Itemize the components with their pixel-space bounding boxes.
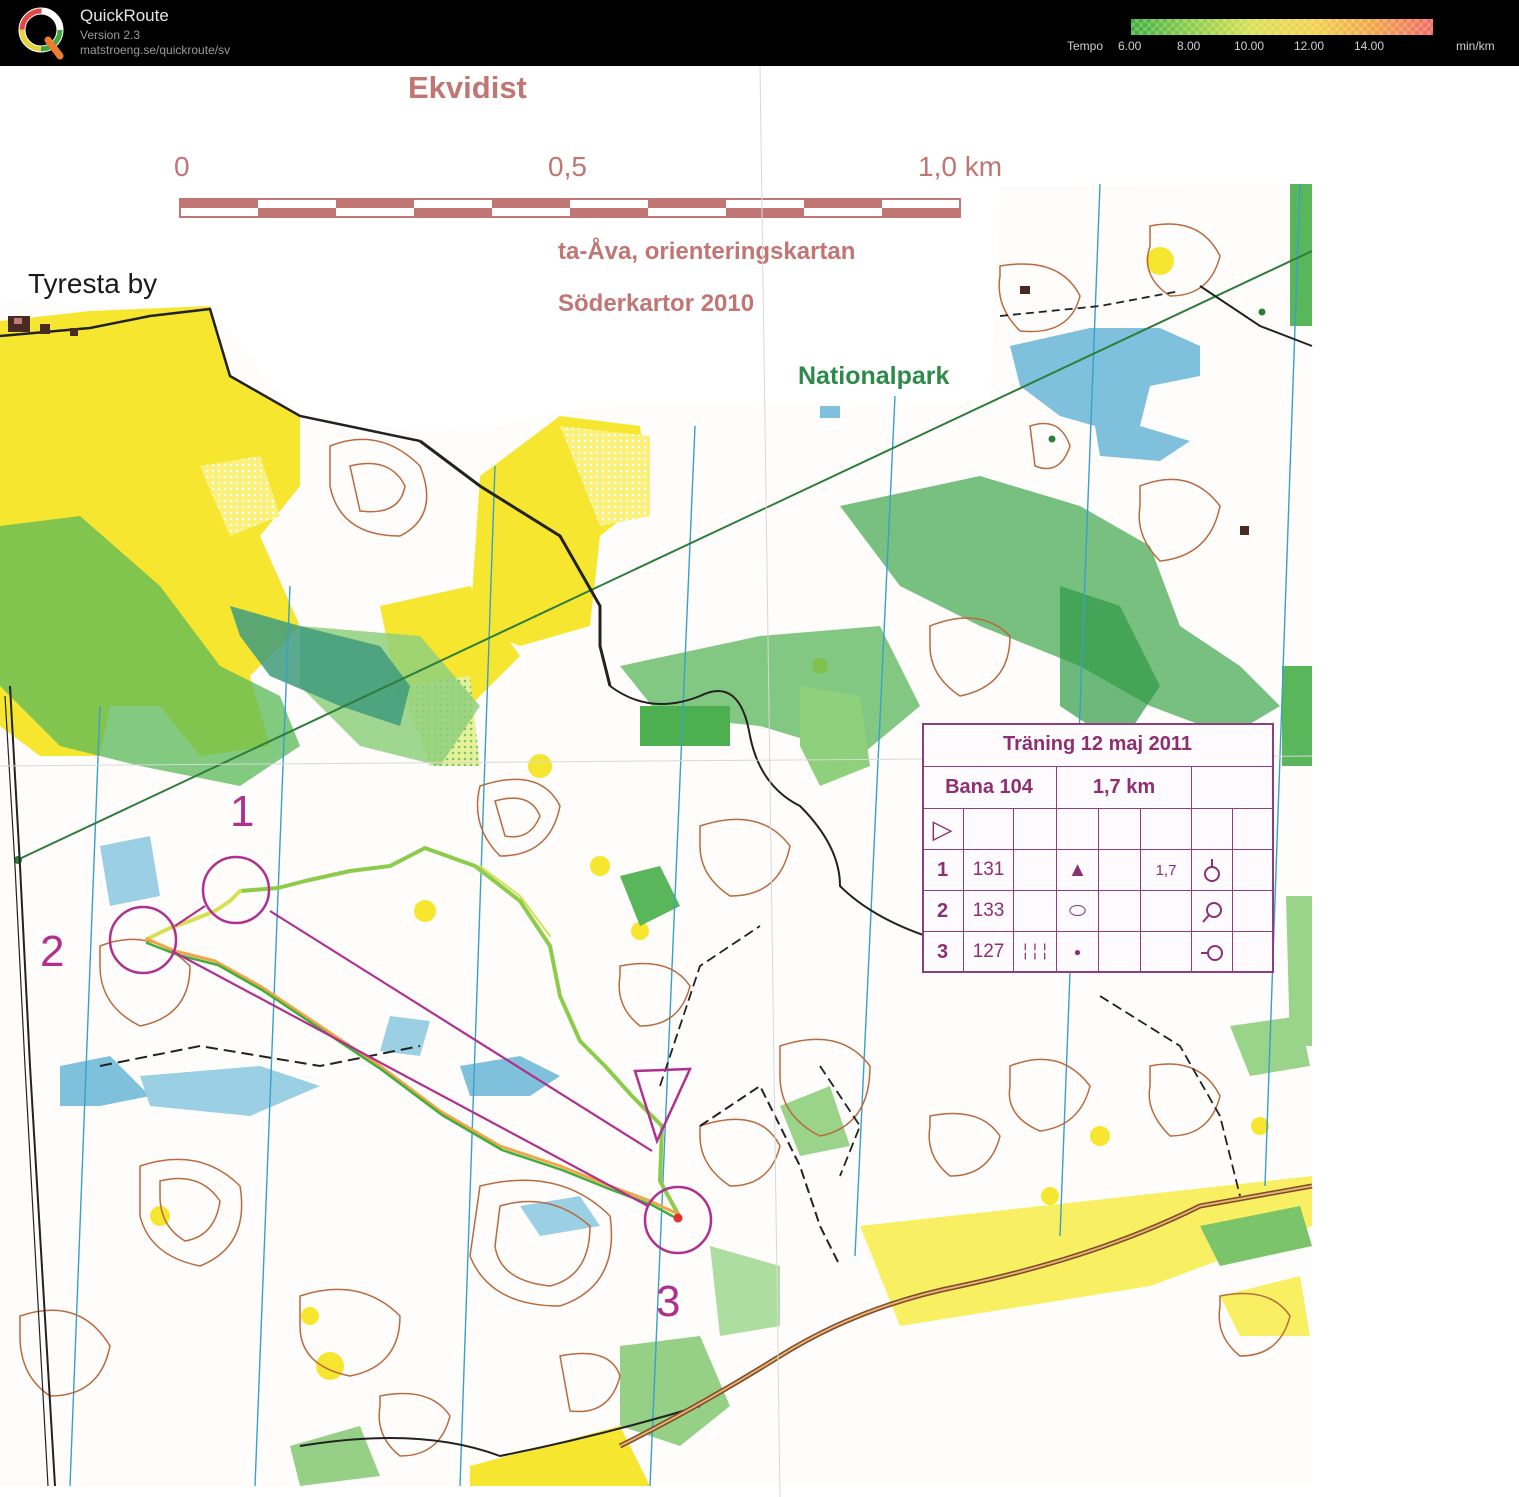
start-triangle-icon: ▷ bbox=[922, 809, 964, 850]
knoll-symbol-icon: ▲ bbox=[1057, 850, 1099, 891]
desc-cell bbox=[1099, 932, 1141, 973]
desc-cell bbox=[1233, 850, 1274, 891]
scale-label-half: 0,5 bbox=[548, 151, 587, 182]
tempo-color-scale bbox=[1131, 19, 1433, 35]
app-version: Version 2.3 bbox=[80, 28, 141, 42]
control-description-sheet: Träning 12 maj 2011 Bana 104 1,7 km ▷ 1 … bbox=[922, 723, 1274, 973]
scale-bar bbox=[179, 198, 961, 218]
title-bar: QuickRoute Version 2.3 matstroeng.se/qui… bbox=[0, 0, 1519, 66]
control-code: 127 bbox=[964, 932, 1014, 973]
desc-cell bbox=[1014, 850, 1057, 891]
control-row-number: 2 bbox=[922, 891, 964, 932]
place-label-tyresta: Tyresta by bbox=[28, 268, 157, 299]
control-row-number: 3 bbox=[922, 932, 964, 973]
course-title: Träning 12 maj 2011 bbox=[922, 723, 1274, 767]
control-code: 131 bbox=[964, 850, 1014, 891]
flag-location-icon bbox=[1201, 945, 1223, 961]
flag-location-icon bbox=[1202, 902, 1222, 923]
control-number-3: 3 bbox=[656, 1277, 680, 1326]
distinct-vegetation-icon: ╎╎╎ bbox=[1014, 932, 1057, 973]
tempo-tick: 14.00 bbox=[1354, 39, 1385, 53]
feature-dimension bbox=[1141, 932, 1192, 973]
course-header-empty bbox=[1192, 767, 1274, 809]
desc-cell bbox=[964, 809, 1014, 850]
desc-cell bbox=[1099, 891, 1141, 932]
map-credit-line-2: Söderkartor 2010 bbox=[558, 290, 754, 317]
scale-label-0: 0 bbox=[174, 151, 190, 182]
desc-cell bbox=[1233, 809, 1274, 850]
control-number-1: 1 bbox=[230, 787, 254, 836]
tempo-tick: 8.00 bbox=[1177, 39, 1201, 53]
desc-cell bbox=[1014, 809, 1057, 850]
flag-location-icon bbox=[1204, 859, 1220, 882]
app-name: QuickRoute bbox=[80, 6, 169, 25]
tempo-label: Tempo bbox=[1067, 39, 1104, 53]
feature-dimension bbox=[1141, 891, 1192, 932]
course-length: 1,7 km bbox=[1057, 767, 1192, 809]
desc-cell bbox=[1057, 809, 1099, 850]
desc-cell bbox=[1141, 809, 1192, 850]
control-code: 133 bbox=[964, 891, 1014, 932]
map-credit-line-1: ta-Åva, orienteringskartan bbox=[558, 237, 855, 265]
feature-dimension: 1,7 bbox=[1141, 850, 1192, 891]
boulder-symbol-icon: ● bbox=[1057, 932, 1099, 973]
tempo-unit: min/km bbox=[1456, 39, 1495, 53]
desc-cell bbox=[1099, 850, 1141, 891]
scale-label-1km: 1,0 km bbox=[918, 151, 1002, 182]
desc-cell bbox=[1233, 932, 1274, 973]
map-header-text: Ekvidist bbox=[408, 70, 527, 105]
desc-cell bbox=[1099, 809, 1141, 850]
place-label-nationalpark: Nationalpark bbox=[798, 362, 950, 390]
desc-cell bbox=[1192, 809, 1233, 850]
desc-cell bbox=[1233, 891, 1274, 932]
quickroute-logo-icon bbox=[18, 7, 64, 60]
course-name: Bana 104 bbox=[922, 767, 1057, 809]
control-row-number: 1 bbox=[922, 850, 964, 891]
desc-cell bbox=[1014, 891, 1057, 932]
tempo-tick: 12.00 bbox=[1294, 39, 1325, 53]
depression-symbol-icon: ⬭ bbox=[1057, 891, 1099, 932]
tempo-tick: 10.00 bbox=[1234, 39, 1265, 53]
orienteering-map[interactable]: 0 0,5 1,0 km Ekvidist ta-Åva, orienterin… bbox=[0, 66, 1519, 1497]
app-url[interactable]: matstroeng.se/quickroute/sv bbox=[80, 43, 230, 57]
tempo-tick: 6.00 bbox=[1118, 39, 1142, 53]
control-number-2: 2 bbox=[40, 927, 64, 976]
